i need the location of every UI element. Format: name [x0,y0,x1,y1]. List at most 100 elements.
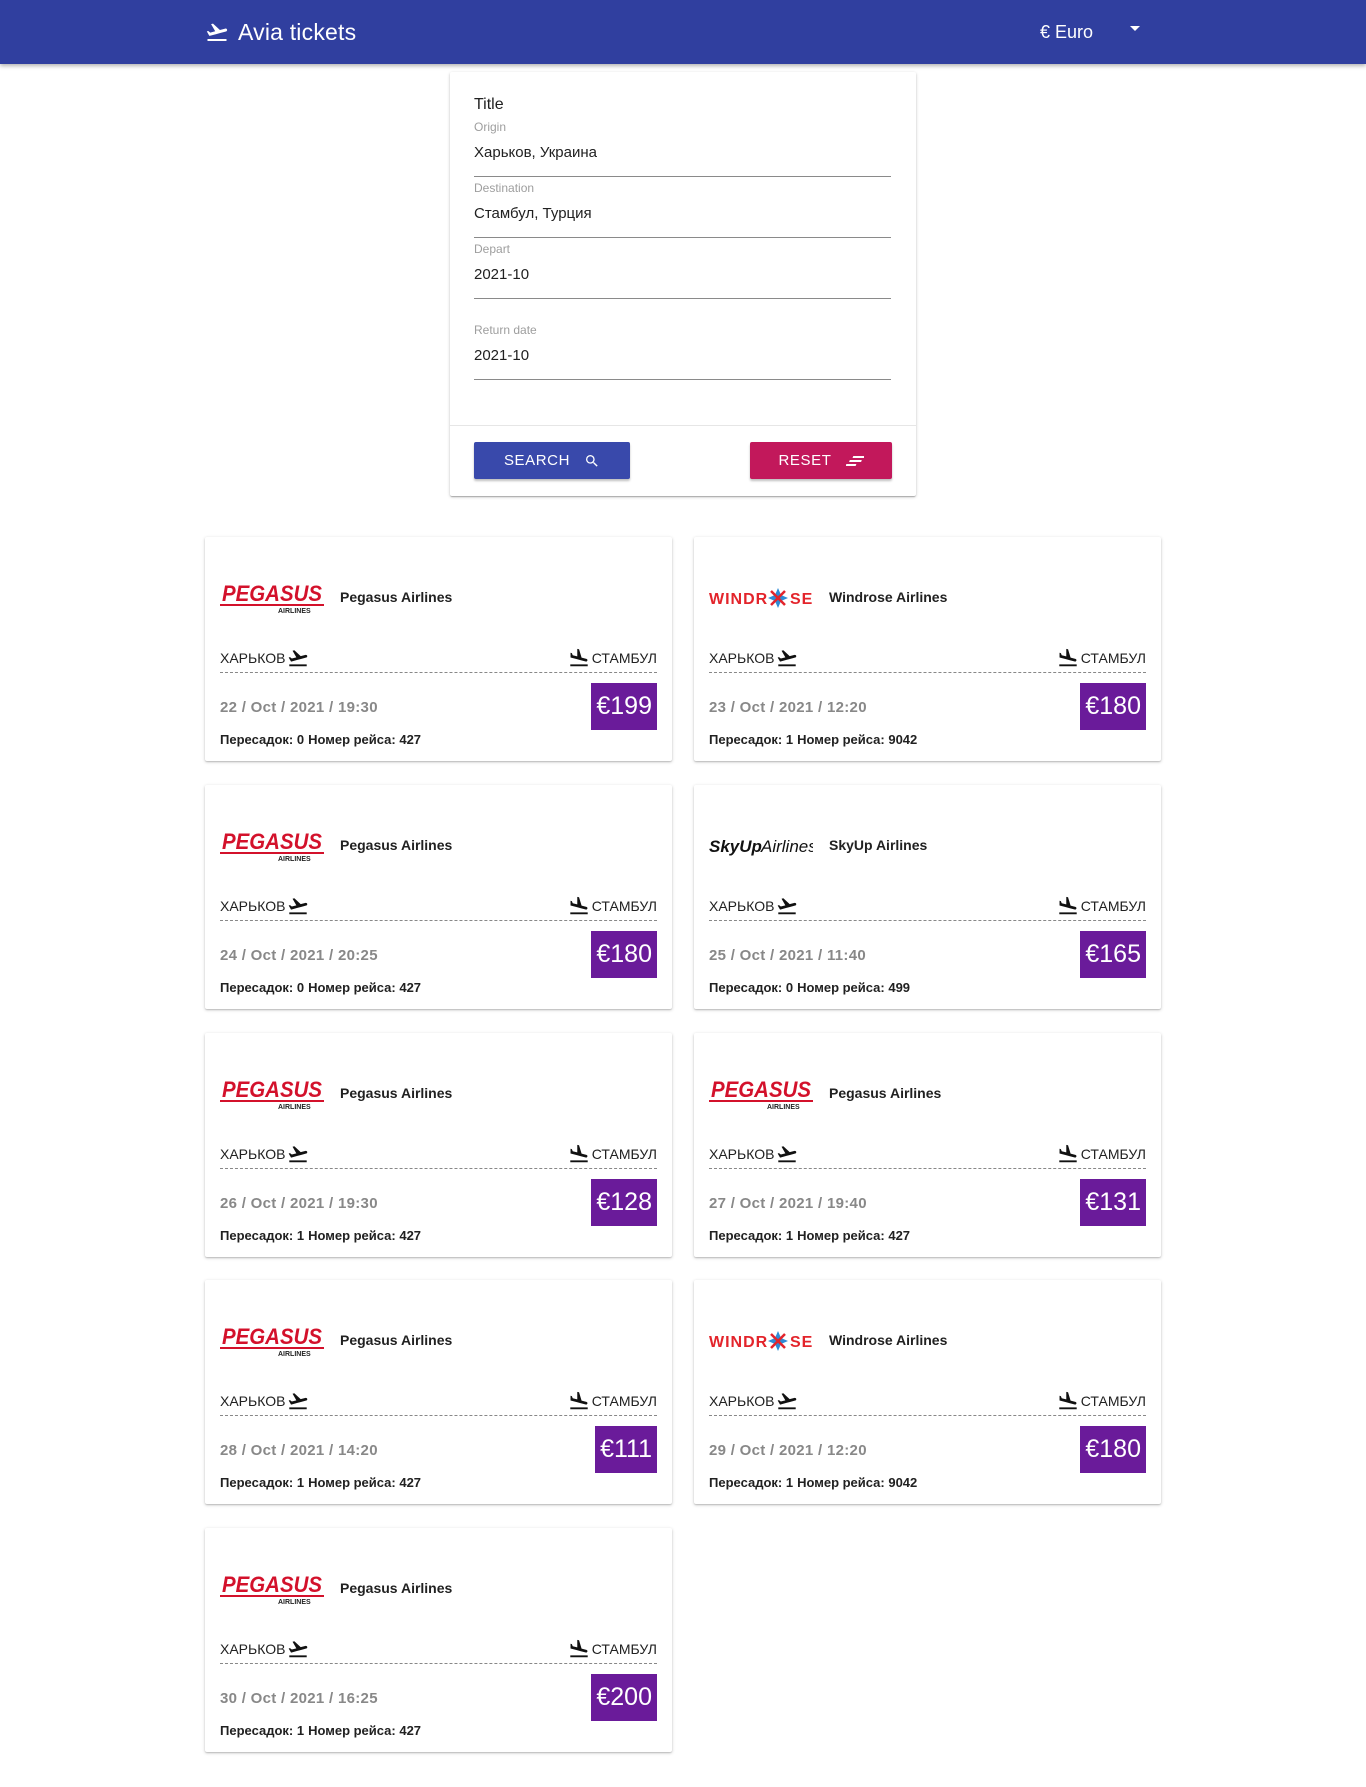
ticket-card[interactable]: PEGASUS AIRLINES Pegasus Airlines ХАРЬКОВ СТ… [205,785,672,1009]
airline-logo: PEGASUS AIRLINES [220,579,324,617]
destination-city-label: СТАМБУЛ [1080,650,1146,666]
ticket-card[interactable]: SkyUp Airlines SkyUp Airlines ХАРЬКОВ СТАМБУ… [694,785,1161,1009]
svg-text:AIRLINES: AIRLINES [278,1351,311,1358]
destination-field[interactable]: Destination Стамбул, Турция [474,181,891,238]
svg-text:Airlines: Airlines [760,837,813,856]
search-form-card: Title Origin Харьков, Украина Destinatio… [450,72,916,496]
return-date-input[interactable]: 2021-10 [474,347,891,369]
flight-takeoff-icon [206,23,228,41]
ticket-meta: Пересадок: 1 Номер рейса: 9042 [709,732,921,747]
ticket-meta: Пересадок: 1 Номер рейса: 9042 [709,1475,921,1490]
origin-city: ХАРЬКОВ [709,1390,798,1412]
destination-input[interactable]: Стамбул, Турция [474,205,891,227]
search-button-label: SEARCH [503,452,571,469]
destination-city-label: СТАМБУЛ [1080,898,1146,914]
flight-number: Номер рейса: 499 [797,980,911,995]
svg-text:PEGASUS: PEGASUS [222,1324,322,1349]
svg-text:AIRLINES: AIRLINES [278,856,311,863]
destination-city-label: СТАМБУЛ [591,1393,657,1409]
origin-city-label: ХАРЬКОВ [709,1393,775,1409]
price-badge: €180 [1080,683,1146,730]
destination-city: СТАМБУЛ [568,895,657,917]
destination-city-label: СТАМБУЛ [1080,1146,1146,1162]
brand[interactable]: Avia tickets [205,18,356,46]
ticket-card[interactable]: WINDR SE Windrose Airlines ХАРЬКОВ СТАМБУЛ 29… [694,1280,1161,1504]
transfers-count: Пересадок: 0 [709,980,794,995]
flight-land-icon [1059,1391,1077,1410]
route-divider [220,1168,657,1169]
departure-datetime: 23 / Oct / 2021 / 12:20 [709,699,867,716]
svg-text:WINDR: WINDR [709,591,768,608]
form-divider [450,425,916,426]
flight-takeoff-icon [778,1146,797,1163]
depart-label: Depart [474,242,511,256]
origin-city: ХАРЬКОВ [709,647,798,669]
destination-city: СТАМБУЛ [568,647,657,669]
transfers-count: Пересадок: 0 [220,980,305,995]
transfers-count: Пересадок: 1 [709,1475,794,1490]
svg-text:AIRLINES: AIRLINES [278,1599,311,1606]
depart-input[interactable]: 2021-10 [474,266,891,288]
svg-text:SkyUp: SkyUp [709,837,762,856]
svg-text:AIRLINES: AIRLINES [767,1104,800,1111]
svg-text:PEGASUS: PEGASUS [711,1077,811,1102]
flight-number: Номер рейса: 427 [308,732,422,747]
pegasus-airlines-logo: PEGASUS AIRLINES [709,1077,813,1111]
svg-text:SE: SE [790,591,813,608]
route-divider [220,672,657,673]
svg-text:AIRLINES: AIRLINES [278,608,311,615]
destination-city: СТАМБУЛ [568,1390,657,1412]
flight-number: Номер рейса: 9042 [797,732,918,747]
airline-logo: PEGASUS AIRLINES [220,1322,324,1360]
departure-datetime: 22 / Oct / 2021 / 19:30 [220,699,378,716]
ticket-card[interactable]: PEGASUS AIRLINES Pegasus Airlines ХАРЬКОВ СТ… [205,1528,672,1752]
flight-land-icon [570,1144,588,1163]
ticket-meta: Пересадок: 1 Номер рейса: 427 [220,1723,425,1738]
flight-land-icon [1059,1144,1077,1163]
transfers-count: Пересадок: 1 [220,1228,305,1243]
ticket-card[interactable]: PEGASUS AIRLINES Pegasus Airlines ХАРЬКОВ СТ… [205,1033,672,1257]
departure-datetime: 28 / Oct / 2021 / 14:20 [220,1442,378,1459]
reset-button-label: RESET [778,452,832,469]
ticket-card[interactable]: WINDR SE Windrose Airlines ХАРЬКОВ СТАМБУЛ 23… [694,537,1161,761]
search-button[interactable]: SEARCH [474,442,630,479]
destination-city: СТАМБУЛ [568,1638,657,1660]
departure-datetime: 25 / Oct / 2021 / 11:40 [709,947,867,964]
origin-city-label: ХАРЬКОВ [220,898,286,914]
ticket-meta: Пересадок: 0 Номер рейса: 427 [220,732,425,747]
airline-name: Pegasus Airlines [340,1580,453,1596]
skyup-airlines-logo: SkyUp Airlines [709,837,817,856]
svg-text:PEGASUS: PEGASUS [222,1077,322,1102]
flight-land-icon [570,896,588,915]
departure-datetime: 24 / Oct / 2021 / 20:25 [220,947,378,964]
pegasus-airlines-logo: PEGASUS AIRLINES [220,1572,324,1606]
reset-button[interactable]: RESET [750,442,892,479]
destination-city-label: СТАМБУЛ [591,1146,657,1162]
origin-input[interactable]: Харьков, Украина [474,144,891,166]
return-date-field[interactable]: Return date 2021-10 [474,323,891,380]
route-divider [220,1663,657,1664]
destination-underline [474,237,891,238]
flight-takeoff-icon [289,650,308,667]
ticket-card[interactable]: PEGASUS AIRLINES Pegasus Airlines ХАРЬКОВ СТ… [205,1280,672,1504]
destination-city: СТАМБУЛ [1057,1390,1146,1412]
origin-city-label: ХАРЬКОВ [709,898,775,914]
ticket-card[interactable]: PEGASUS AIRLINES Pegasus Airlines ХАРЬКОВ СТ… [205,537,672,761]
airline-name: Pegasus Airlines [829,1085,942,1101]
route-divider [709,1168,1146,1169]
pegasus-airlines-logo: PEGASUS AIRLINES [220,1324,324,1358]
flight-land-icon [570,1391,588,1410]
ticket-meta: Пересадок: 1 Номер рейса: 427 [220,1228,425,1243]
depart-field[interactable]: Depart 2021-10 [474,242,891,299]
origin-city: ХАРЬКОВ [220,1390,309,1412]
currency-select[interactable]: € Euro [1040,18,1140,46]
pegasus-airlines-logo: PEGASUS AIRLINES [220,829,324,863]
pegasus-airlines-logo: PEGASUS AIRLINES [220,581,324,615]
flight-number: Номер рейса: 427 [308,1228,422,1243]
price-badge: €111 [595,1426,657,1473]
ticket-card[interactable]: PEGASUS AIRLINES Pegasus Airlines ХАРЬКОВ СТ… [694,1033,1161,1257]
transfers-count: Пересадок: 1 [220,1723,305,1738]
origin-field[interactable]: Origin Харьков, Украина [474,120,891,177]
origin-city-label: ХАРЬКОВ [220,1393,286,1409]
svg-text:PEGASUS: PEGASUS [222,829,322,854]
